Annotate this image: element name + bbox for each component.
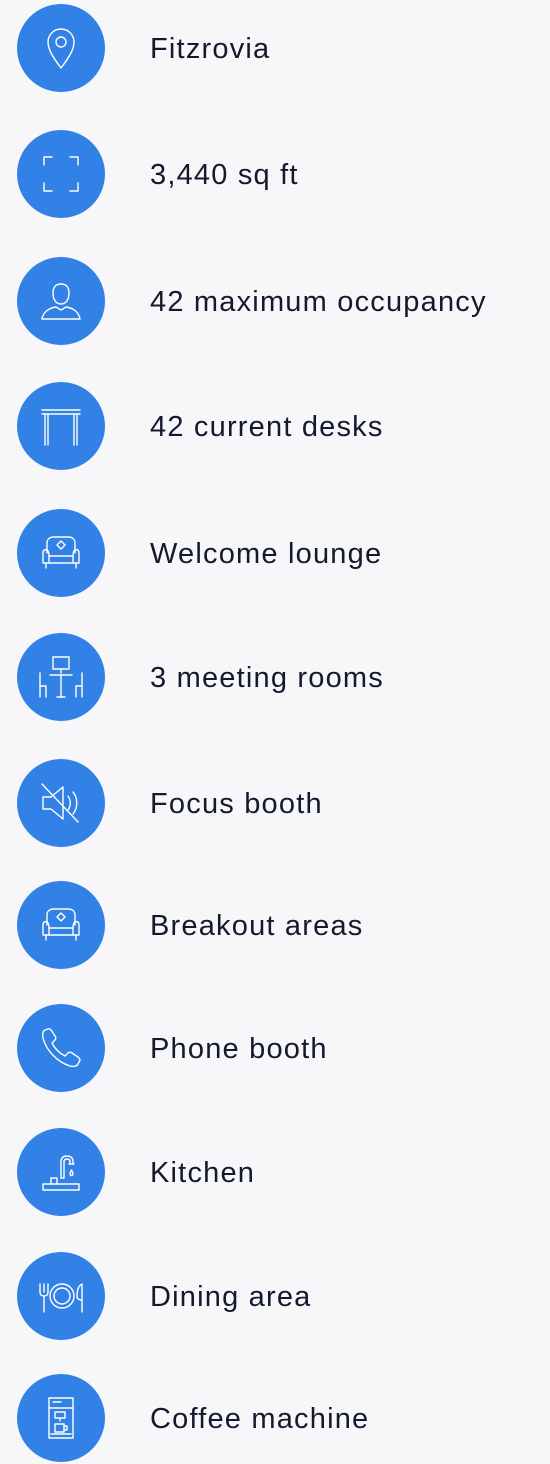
feature-item-meeting-rooms: 3 meeting rooms: [0, 633, 550, 723]
meeting-table-icon: [17, 633, 105, 721]
muted-speaker-icon: [17, 759, 105, 847]
dining-plate-icon: [17, 1252, 105, 1340]
feature-item-phone-booth: Phone booth: [0, 1004, 550, 1094]
feature-label: Breakout areas: [150, 910, 364, 942]
armchair-icon: [17, 509, 105, 597]
feature-item-location: Fitzrovia: [0, 4, 550, 94]
feature-label: Kitchen: [150, 1157, 256, 1189]
feature-label: 3 meeting rooms: [150, 662, 384, 694]
location-pin-icon: [17, 4, 105, 92]
feature-label: 42 current desks: [150, 411, 384, 443]
feature-item-desks: 42 current desks: [0, 382, 550, 472]
feature-label: 3,440 sq ft: [150, 159, 299, 191]
feature-item-area: 3,440 sq ft: [0, 130, 550, 220]
phone-icon: [17, 1004, 105, 1092]
desk-icon: [17, 382, 105, 470]
feature-item-occupancy: 42 maximum occupancy: [0, 257, 550, 347]
feature-item-kitchen: Kitchen: [0, 1128, 550, 1218]
feature-label: Welcome lounge: [150, 538, 383, 570]
feature-label: Dining area: [150, 1281, 312, 1313]
feature-label: Phone booth: [150, 1033, 328, 1065]
amenities-list: Fitzrovia 3,440 sq ft 42 maximum occupan…: [0, 0, 550, 1462]
feature-item-lounge: Welcome lounge: [0, 509, 550, 599]
person-icon: [17, 257, 105, 345]
coffee-machine-icon: [17, 1374, 105, 1462]
feature-label: Fitzrovia: [150, 33, 271, 65]
feature-item-coffee-machine: Coffee machine: [0, 1374, 550, 1464]
feature-item-breakout-areas: Breakout areas: [0, 881, 550, 971]
feature-label: Coffee machine: [150, 1403, 370, 1435]
feature-label: 42 maximum occupancy: [150, 286, 487, 318]
feature-label: Focus booth: [150, 788, 323, 820]
feature-item-focus-booth: Focus booth: [0, 759, 550, 849]
feature-item-dining-area: Dining area: [0, 1252, 550, 1342]
armchair-icon: [17, 881, 105, 969]
area-frame-icon: [17, 130, 105, 218]
tap-icon: [17, 1128, 105, 1216]
